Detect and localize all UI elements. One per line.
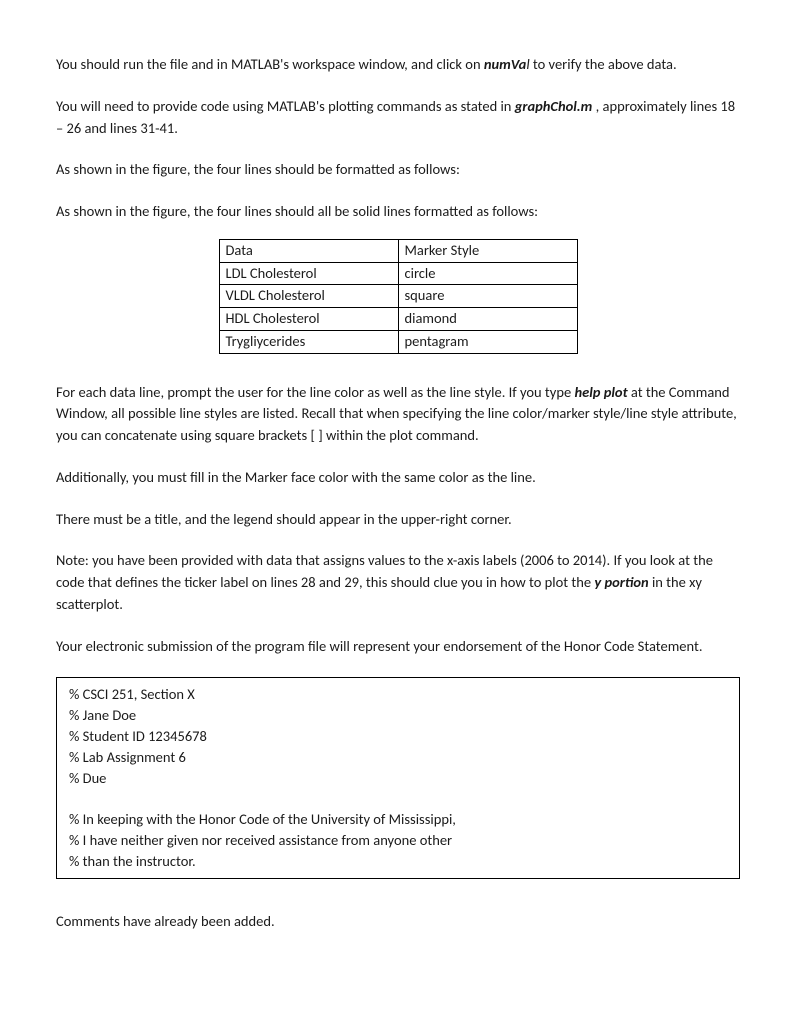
table-cell: LDL Cholesterol — [219, 262, 398, 285]
code-blank-line — [69, 789, 727, 809]
table-cell: HDL Cholesterol — [219, 308, 398, 331]
table-cell: square — [398, 285, 577, 308]
table-header-data: Data — [219, 239, 398, 262]
table-row: LDL Cholesterol circle — [219, 262, 577, 285]
table-cell: circle — [398, 262, 577, 285]
table-cell: pentagram — [398, 330, 577, 353]
table-header-marker: Marker Style — [398, 239, 577, 262]
text: You will need to provide code using MATL… — [56, 97, 515, 115]
emphasis-numval: numVa — [484, 55, 526, 73]
code-line: % In keeping with the Honor Code of the … — [69, 809, 727, 830]
text: For each data line, prompt the user for … — [56, 383, 574, 401]
paragraph-5: For each data line, prompt the user for … — [56, 382, 740, 447]
table-cell: Trygliycerides — [219, 330, 398, 353]
paragraph-7: There must be a title, and the legend sh… — [56, 509, 740, 531]
emphasis-help-plot: help plot — [574, 383, 627, 401]
marker-style-table: Data Marker Style LDL Cholesterol circle… — [219, 239, 578, 354]
table-row: Trygliycerides pentagram — [219, 330, 577, 353]
paragraph-2: You will need to provide code using MATL… — [56, 96, 740, 140]
emphasis-graphchol: graphChol.m — [515, 97, 593, 115]
code-line: % Student ID 12345678 — [69, 726, 727, 747]
table-row: HDL Cholesterol diamond — [219, 308, 577, 331]
document-page: You should run the file and in MATLAB's … — [0, 0, 796, 973]
paragraph-10: Comments have already been added. — [56, 911, 740, 933]
table-cell: diamond — [398, 308, 577, 331]
code-line: % Due — [69, 768, 727, 789]
table-cell: VLDL Cholesterol — [219, 285, 398, 308]
code-line: % than the instructor. — [69, 851, 727, 872]
text: You should run the file and in MATLAB's … — [56, 55, 484, 73]
table-row: VLDL Cholesterol square — [219, 285, 577, 308]
code-line: % CSCI 251, Section X — [69, 684, 727, 705]
text: to verify the above data. — [530, 55, 677, 73]
paragraph-9: Your electronic submission of the progra… — [56, 636, 740, 658]
paragraph-3: As shown in the figure, the four lines s… — [56, 159, 740, 181]
paragraph-6: Additionally, you must fill in the Marke… — [56, 467, 740, 489]
code-line: % Jane Doe — [69, 705, 727, 726]
honor-code-box: % CSCI 251, Section X % Jane Doe % Stude… — [56, 677, 740, 879]
paragraph-1: You should run the file and in MATLAB's … — [56, 54, 740, 76]
paragraph-4: As shown in the figure, the four lines s… — [56, 201, 740, 223]
code-line: % I have neither given nor received assi… — [69, 830, 727, 851]
marker-table-wrap: Data Marker Style LDL Cholesterol circle… — [56, 239, 740, 354]
code-line: % Lab Assignment 6 — [69, 747, 727, 768]
table-row: Data Marker Style — [219, 239, 577, 262]
paragraph-8: Note: you have been provided with data t… — [56, 550, 740, 615]
emphasis-y-portion: y portion — [594, 573, 648, 591]
